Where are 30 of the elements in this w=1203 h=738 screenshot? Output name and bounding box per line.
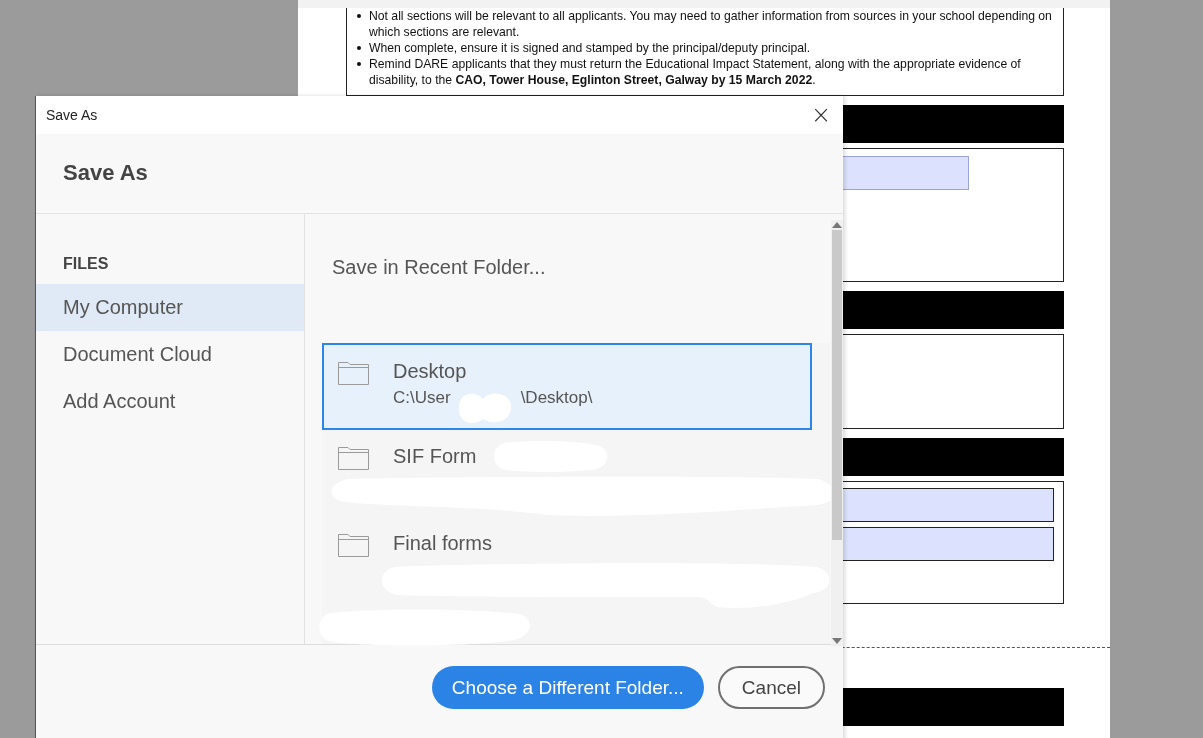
folder-icon [338, 445, 369, 470]
sidebar-item[interactable]: Document Cloud [36, 330, 304, 378]
sidebar-item[interactable]: My Computer [36, 283, 304, 331]
sidebar-item[interactable]: Add Account [36, 377, 304, 425]
scroll-thumb[interactable] [832, 229, 842, 540]
folder-name: SIF Form [393, 444, 477, 468]
folder-name: Desktop [393, 359, 468, 383]
cancel-button[interactable]: Cancel [717, 666, 825, 710]
folder-path: \Desktop\ [520, 387, 593, 408]
bullet-icon [357, 14, 361, 18]
folder-path: C:\User [393, 387, 451, 408]
bullet-icon [357, 62, 361, 66]
bullet-icon [357, 46, 361, 50]
choose-folder-button[interactable]: Choose a Different Folder... [431, 666, 704, 710]
folder-item[interactable]: Desktop C:\User \Desktop\ [322, 342, 812, 430]
bullet-text: Not all sections will be relevant to all applicants. You may need to gather information from sources in your school depending on which sections are relevant. [369, 8, 1053, 40]
bullet-text: Remind DARE applicants that they must return the Educational Impact Statement, along with the appropriate evidence of disability, to the CAO, Tower House, Eglinton Street, Galway by 15 March 2022. [369, 56, 1022, 88]
folder-name: Final forms [393, 531, 492, 555]
folder-item[interactable]: Final forms [322, 516, 498, 559]
folder-icon [338, 532, 369, 557]
bullet-text: When complete, ensure it is signed and stamped by the principal/deputy principal. [369, 40, 811, 56]
section-heading: Save in Recent Folder... [332, 255, 546, 279]
window-title: Save As [46, 107, 98, 123]
close-button[interactable]: × [799, 96, 843, 134]
folder-icon [338, 360, 369, 385]
folder-item[interactable]: SIF Form [322, 429, 483, 472]
section-label: FILES [63, 254, 110, 273]
scroll-down-icon[interactable] [832, 637, 842, 644]
dialog-heading: Save As [63, 160, 148, 187]
scrollbar[interactable] [831, 219, 843, 646]
